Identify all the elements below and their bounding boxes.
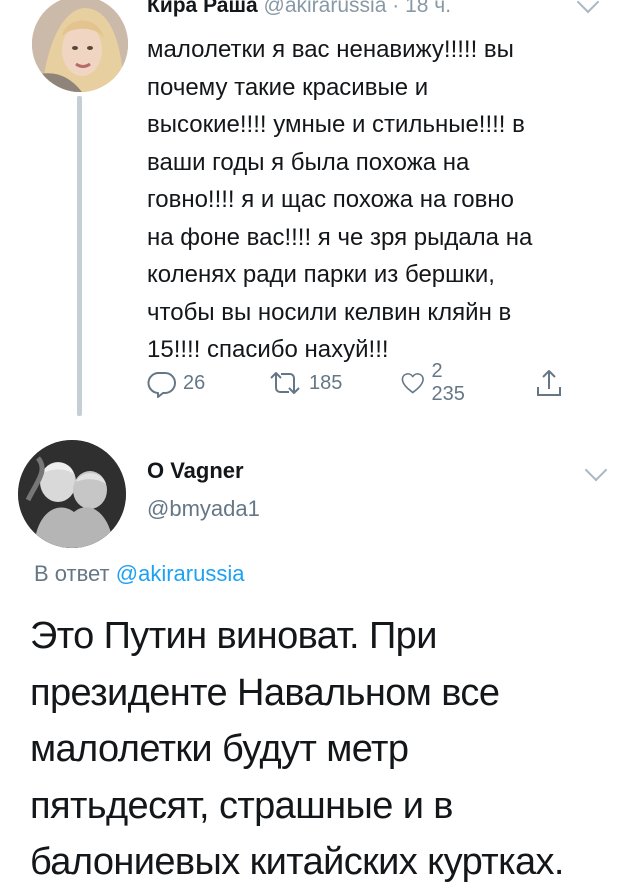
- tweet-header: Кира Раша @akirarussia · 18 ч.: [147, 0, 451, 21]
- reply-count: 26: [183, 371, 206, 394]
- retweet-count: 185: [309, 371, 343, 394]
- retweet-button[interactable]: 185: [267, 365, 342, 401]
- share-icon: [537, 370, 561, 396]
- like-count: 2 235: [431, 360, 465, 405]
- reply-button[interactable]: 26: [147, 365, 205, 401]
- handle[interactable]: @bmyada1: [147, 496, 260, 522]
- timestamp[interactable]: 18 ч.: [405, 0, 451, 17]
- chevron-down-icon[interactable]: [584, 458, 608, 482]
- display-name[interactable]: О Vagner: [147, 458, 244, 484]
- thread-connector-line: [77, 96, 82, 416]
- tweet-text: Это Путин виноват. При президенте Наваль…: [30, 615, 564, 883]
- parent-tweet: Кира Раша @akirarussia · 18 ч. малолетки…: [0, 0, 638, 430]
- reply-mention-link[interactable]: @akirarussia: [116, 561, 245, 586]
- retweet-icon: [270, 372, 300, 394]
- display-name[interactable]: Кира Раша: [147, 0, 258, 17]
- reply-prefix: В ответ: [34, 561, 110, 586]
- heart-icon: [401, 373, 424, 394]
- share-button[interactable]: [534, 365, 564, 401]
- chevron-down-icon[interactable]: [576, 0, 600, 14]
- tweet-text: малолетки я вас ненавижу!!!!! вы почему …: [147, 36, 533, 363]
- reply-icon: [147, 371, 176, 398]
- reply-context: В ответ @akirarussia: [34, 561, 244, 587]
- avatar-photo: [18, 440, 126, 548]
- avatar[interactable]: [32, 0, 128, 92]
- separator: ·: [392, 0, 400, 17]
- like-button[interactable]: 2 235: [400, 360, 471, 405]
- avatar[interactable]: [18, 440, 126, 548]
- handle[interactable]: @akirarussia: [264, 0, 387, 17]
- avatar-photo: [32, 0, 128, 92]
